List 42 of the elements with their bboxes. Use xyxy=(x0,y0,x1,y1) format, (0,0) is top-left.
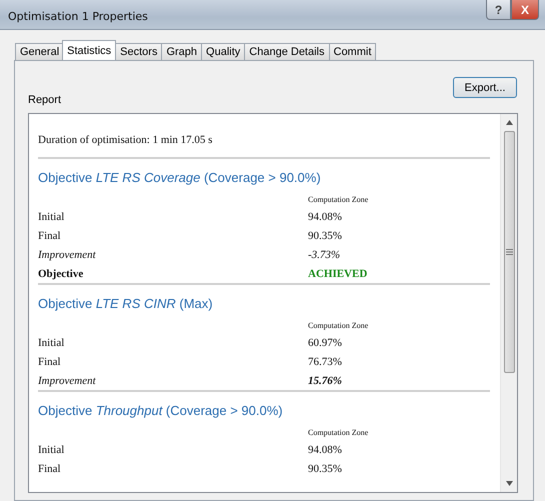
tab[interactable]: Commit xyxy=(328,43,376,60)
grip-icon xyxy=(506,249,512,255)
column-header: Computation Zone xyxy=(308,321,368,330)
column-header: Computation Zone xyxy=(308,428,368,437)
scroll-up-icon[interactable] xyxy=(506,120,512,125)
tab[interactable]: Change Details xyxy=(244,43,330,60)
row-value: 76.73% xyxy=(308,356,342,368)
row-label: Objective xyxy=(38,268,84,280)
objective-heading: Objective Throughput (Coverage > 90.0%) xyxy=(38,403,284,418)
row-label: Initial xyxy=(38,444,66,456)
objective-heading: Objective LTE RS CINR (Max) xyxy=(38,296,214,311)
row-value: ACHIEVED xyxy=(308,268,368,280)
duration-text: Duration of optimisation: 1 min 17.05 s xyxy=(38,134,214,146)
row-label: Final xyxy=(38,462,62,474)
row-label: Improvement xyxy=(38,248,97,260)
row-value: 90.35% xyxy=(308,230,342,242)
scroll-down-icon[interactable] xyxy=(506,481,512,486)
objective-heading: Objective LTE RS Coverage (Coverage > 90.0%) xyxy=(38,170,322,185)
export-button[interactable]: Export... xyxy=(453,77,517,98)
tab[interactable]: Quality xyxy=(201,43,246,60)
tab[interactable]: Statistics xyxy=(62,40,116,60)
scrollbar[interactable] xyxy=(500,114,517,492)
tab[interactable]: Graph xyxy=(161,43,202,60)
row-label: Final xyxy=(38,230,62,242)
row-value: 15.76% xyxy=(308,374,342,386)
report-label: Report xyxy=(28,94,62,106)
column-header: Computation Zone xyxy=(308,195,368,204)
row-label: Improvement xyxy=(38,374,97,386)
close-button[interactable]: X xyxy=(511,0,539,20)
row-label: Initial xyxy=(38,336,66,348)
row-label: Initial xyxy=(38,210,66,222)
row-value: -3.73% xyxy=(308,248,340,260)
row-value: 60.97% xyxy=(308,336,342,348)
row-label: Final xyxy=(38,356,62,368)
row-value: 94.08% xyxy=(308,210,342,222)
row-value: 90.35% xyxy=(308,462,342,474)
tab[interactable]: Sectors xyxy=(115,43,162,60)
tab[interactable]: General xyxy=(15,43,64,60)
window-title: Optimisation 1 Properties xyxy=(8,10,148,23)
row-value: 94.08% xyxy=(308,444,342,456)
scroll-thumb[interactable] xyxy=(504,131,514,373)
help-button[interactable]: ? xyxy=(486,0,511,20)
